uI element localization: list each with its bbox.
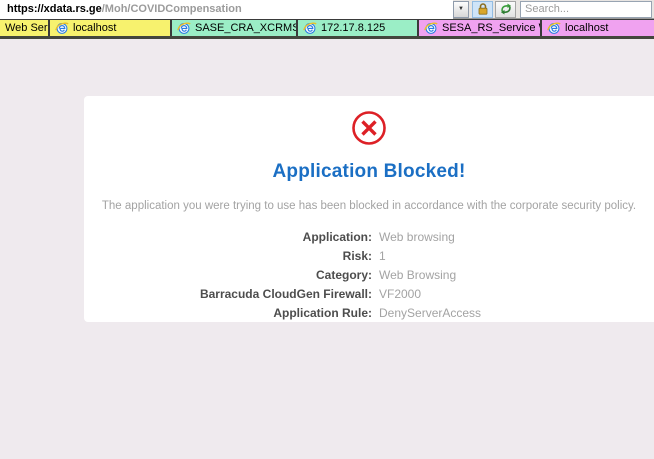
- details-list: Application: Web browsing Risk: 1 Catego…: [84, 227, 654, 322]
- tab-bar: Web Ser... localhost SASE_CRA_XCRMS_Ser.…: [0, 19, 654, 39]
- detail-label: Risk:: [84, 249, 372, 263]
- tab-label: localhost: [73, 22, 116, 34]
- detail-label: Category:: [84, 268, 372, 282]
- url-dropdown-button[interactable]: ▼: [453, 1, 469, 18]
- browser-tab[interactable]: Web Ser...: [0, 20, 50, 36]
- internet-explorer-icon: [55, 21, 69, 35]
- tab-label: SESA_RS_Service Web ...: [442, 22, 542, 34]
- detail-value: 1: [379, 249, 654, 263]
- detail-value: Web Browsing: [379, 268, 654, 282]
- chevron-down-icon: ▼: [458, 6, 464, 12]
- detail-value: Web browsing: [379, 230, 654, 244]
- internet-explorer-icon: [303, 21, 317, 35]
- page-title: Application Blocked!: [84, 161, 654, 183]
- internet-explorer-icon: [424, 21, 438, 35]
- url-path: /Moh/COVIDCompensation: [102, 3, 242, 15]
- browser-tab[interactable]: localhost: [50, 20, 172, 36]
- blocked-card: Application Blocked! The application you…: [84, 96, 654, 322]
- tab-label: 172.17.8.125: [321, 22, 385, 34]
- browser-tab[interactable]: SESA_RS_Service Web ...: [419, 20, 542, 36]
- tab-label: SASE_CRA_XCRMS_Ser...: [195, 22, 298, 34]
- url-field[interactable]: https://xdata.rs.ge/Moh/COVIDCompensatio…: [0, 0, 453, 19]
- browser-tab[interactable]: 172.17.8.125: [298, 20, 419, 36]
- internet-explorer-icon: [177, 21, 191, 35]
- browser-window: https://xdata.rs.ge/Moh/COVIDCompensatio…: [0, 0, 654, 459]
- lock-icon: [476, 2, 490, 16]
- detail-value: DenyServerAccess: [379, 306, 654, 320]
- detail-label: Application Rule:: [84, 306, 372, 320]
- security-lock-button[interactable]: [472, 1, 493, 18]
- address-bar: https://xdata.rs.ge/Moh/COVIDCompensatio…: [0, 0, 654, 19]
- detail-value: VF2000: [379, 287, 654, 301]
- refresh-icon: [499, 2, 513, 16]
- detail-label: Barracuda CloudGen Firewall:: [84, 287, 372, 301]
- tab-label: Web Ser...: [5, 22, 50, 34]
- browser-tab[interactable]: SASE_CRA_XCRMS_Ser...: [172, 20, 298, 36]
- internet-explorer-icon: [547, 21, 561, 35]
- refresh-button[interactable]: [495, 1, 516, 18]
- browser-tab[interactable]: localhost: [542, 20, 654, 36]
- page-content: Application Blocked! The application you…: [0, 39, 654, 455]
- error-circle-x-icon: [350, 109, 388, 147]
- detail-label: Application:: [84, 230, 372, 244]
- search-input[interactable]: [520, 1, 652, 18]
- tab-label: localhost: [565, 22, 608, 34]
- blocked-message: The application you were trying to use h…: [84, 200, 654, 212]
- url-host: https://xdata.rs.ge: [7, 3, 102, 15]
